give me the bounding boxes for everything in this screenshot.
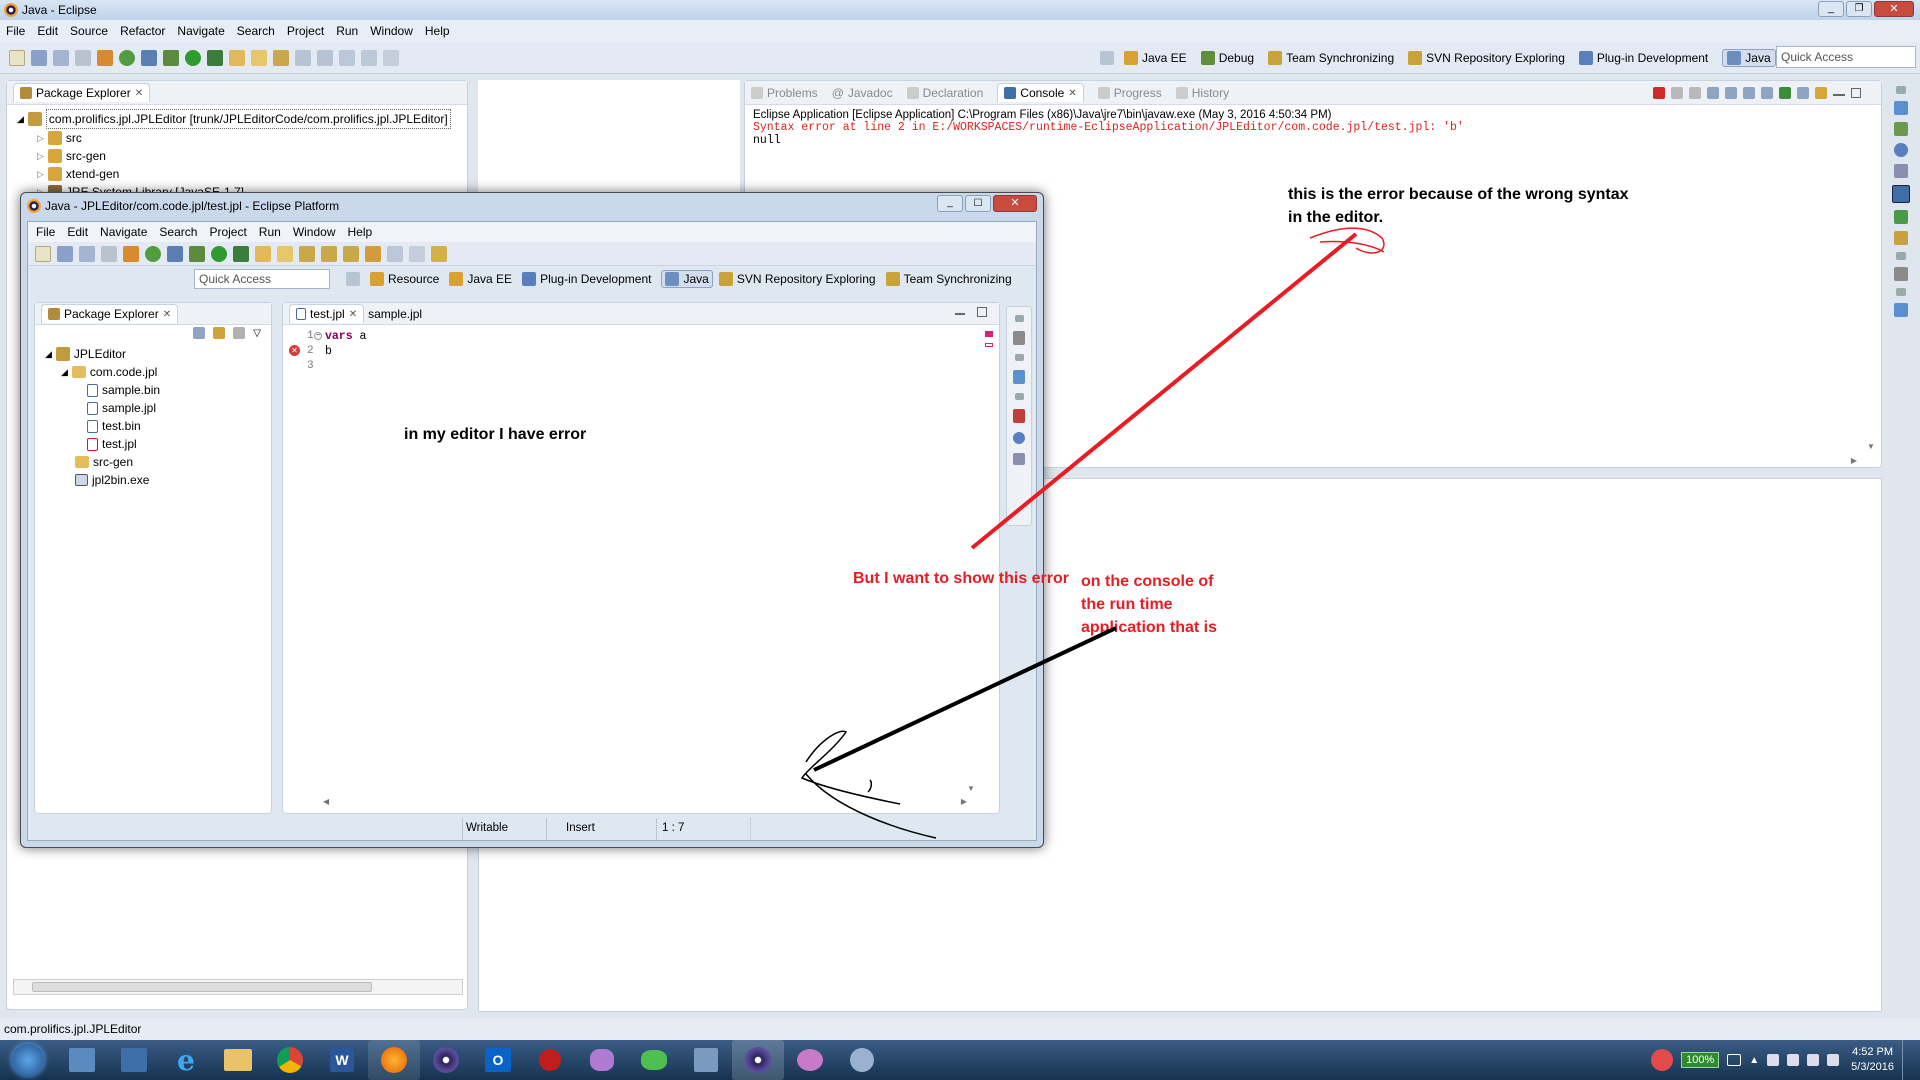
system-tray: 100% ▲ 4:52 PM 5/3/2016 (1651, 1040, 1920, 1080)
black-arrow (800, 626, 1117, 839)
taskbar-app-messenger[interactable] (576, 1040, 628, 1080)
taskbar-app-ladybug[interactable] (524, 1040, 576, 1080)
start-button[interactable] (0, 1040, 56, 1080)
taskbar-app-settings[interactable] (836, 1040, 888, 1080)
taskbar-app-ie[interactable]: e (160, 1040, 212, 1080)
taskbar-app-outlook[interactable]: O (472, 1040, 524, 1080)
taskbar-app-network-tool[interactable] (680, 1040, 732, 1080)
taskbar-app-chat[interactable] (628, 1040, 680, 1080)
tray-power-icon[interactable] (1787, 1054, 1800, 1066)
tray-expand-icon[interactable]: ▲ (1749, 1055, 1759, 1066)
red-arrow (970, 227, 1385, 550)
taskbar-app-remote[interactable] (108, 1040, 160, 1080)
tray-flag-icon[interactable] (1767, 1054, 1780, 1066)
clock-date: 5/3/2016 (1851, 1061, 1894, 1073)
windows-taskbar: e W O 100% ▲ 4:52 PM 5/3/2016 (0, 1040, 1920, 1080)
annotation-arrows (800, 227, 1385, 839)
taskbar-app-firefox[interactable] (368, 1040, 420, 1080)
taskbar-app-network[interactable] (56, 1040, 108, 1080)
clock[interactable]: 4:52 PM 5/3/2016 (1851, 1045, 1894, 1075)
clock-time: 4:52 PM (1852, 1046, 1894, 1058)
taskbar-app-eclipse-2[interactable] (732, 1040, 784, 1080)
taskbar-app-chrome[interactable] (264, 1040, 316, 1080)
tray-volume-icon[interactable] (1827, 1054, 1840, 1066)
taskbar-app-word[interactable]: W (316, 1040, 368, 1080)
taskbar-app-paint[interactable] (784, 1040, 836, 1080)
tray-alert-icon[interactable] (1651, 1049, 1674, 1071)
battery-indicator[interactable]: 100% (1681, 1052, 1720, 1068)
taskbar-app-explorer[interactable] (212, 1040, 264, 1080)
taskbar-app-eclipse[interactable] (420, 1040, 472, 1080)
show-desktop-button[interactable] (1902, 1040, 1914, 1080)
tray-display-icon[interactable] (1727, 1054, 1742, 1066)
tray-network-icon[interactable] (1807, 1054, 1820, 1066)
